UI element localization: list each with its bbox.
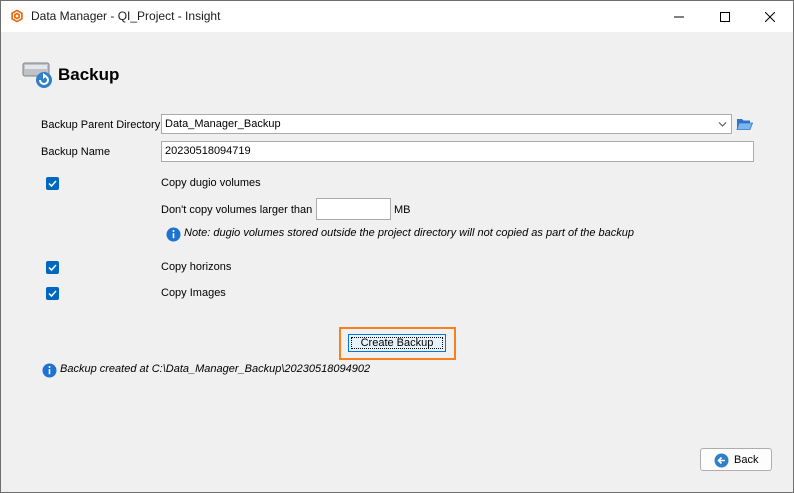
- info-icon: [166, 227, 181, 242]
- status-message: Backup created at C:\Data_Manager_Backup…: [60, 363, 371, 375]
- copy-images-label: Copy Images: [161, 287, 226, 299]
- maximize-button[interactable]: [702, 1, 748, 32]
- parent-dir-select[interactable]: Data_Manager_Backup: [161, 114, 732, 134]
- title-bar: Data Manager - QI_Project - Insight: [1, 1, 793, 32]
- backup-name-value: 20230518094719: [165, 145, 251, 157]
- checkmark-icon: [48, 180, 57, 188]
- backup-drive-icon: [22, 62, 52, 88]
- app-logo-icon: [11, 9, 23, 23]
- copy-horizons-label: Copy horizons: [161, 261, 232, 273]
- create-backup-button[interactable]: Create Backup: [348, 334, 446, 352]
- close-icon: [765, 11, 775, 22]
- close-button[interactable]: [747, 1, 793, 32]
- minimize-icon: [674, 16, 684, 17]
- size-limit-label: Don't copy volumes larger than: [161, 204, 313, 216]
- size-limit-unit: MB: [394, 204, 411, 216]
- checkmark-icon: [48, 290, 57, 298]
- copy-images-checkbox[interactable]: [46, 287, 59, 300]
- volumes-note: Note: dugio volumes stored outside the p…: [184, 227, 635, 239]
- window-title: Data Manager - QI_Project - Insight: [31, 9, 221, 23]
- minimize-button[interactable]: [656, 1, 702, 32]
- copy-horizons-checkbox[interactable]: [46, 261, 59, 274]
- copy-volumes-checkbox[interactable]: [46, 177, 59, 190]
- app-window: Data Manager - QI_Project - Insight Back…: [0, 0, 794, 493]
- checkmark-icon: [48, 264, 57, 272]
- parent-dir-label: Backup Parent Directory: [41, 119, 161, 131]
- maximize-icon: [720, 11, 730, 22]
- copy-volumes-label: Copy dugio volumes: [161, 177, 261, 189]
- back-arrow-icon: [714, 453, 729, 468]
- chevron-down-icon: [718, 122, 727, 127]
- info-icon: [42, 363, 57, 378]
- backup-name-input[interactable]: 20230518094719: [161, 141, 754, 162]
- parent-dir-value: Data_Manager_Backup: [165, 118, 281, 130]
- back-label: Back: [734, 454, 759, 466]
- folder-open-icon[interactable]: [736, 116, 753, 132]
- page-title: Backup: [58, 65, 120, 84]
- back-button[interactable]: Back: [700, 448, 772, 471]
- create-button-highlight: Create Backup: [339, 327, 456, 360]
- backup-panel: Backup Backup Parent Directory Data_Mana…: [1, 32, 793, 492]
- backup-name-label: Backup Name: [41, 146, 111, 158]
- size-limit-input[interactable]: [316, 198, 391, 220]
- focus-rectangle: [351, 337, 443, 349]
